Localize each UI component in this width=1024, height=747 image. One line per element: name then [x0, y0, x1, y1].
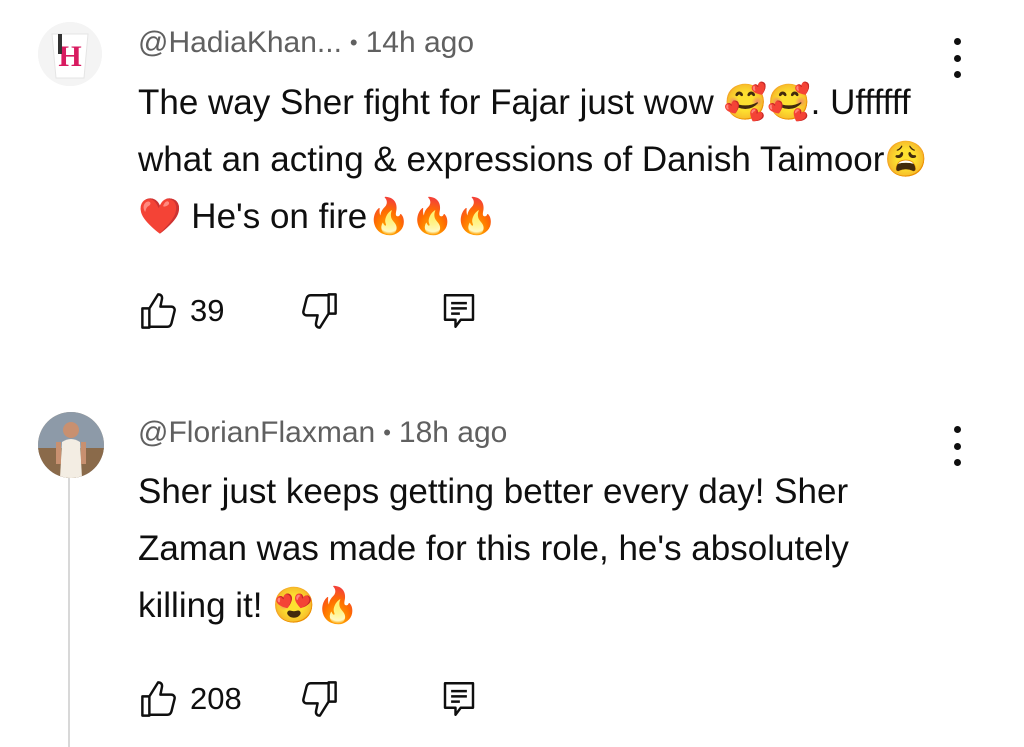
comment-1: H @HadiaKhan... • 14h ago The way Sher f…: [0, 0, 1024, 380]
avatar-image: H: [38, 22, 102, 86]
like-button[interactable]: 39: [138, 290, 224, 332]
comment-author[interactable]: @HadiaKhan...: [138, 26, 342, 60]
dislike-button[interactable]: [298, 290, 340, 332]
like-count: 208: [190, 681, 242, 716]
more-vert-icon[interactable]: [945, 426, 969, 466]
comment-meta: @FlorianFlaxman • 18h ago: [138, 416, 507, 450]
comment-actions: 208: [138, 678, 538, 722]
reply-button[interactable]: [438, 290, 480, 332]
comment-meta: @HadiaKhan... • 14h ago: [138, 26, 474, 60]
comment-author[interactable]: @FlorianFlaxman: [138, 416, 375, 450]
comment-text: Sher just keeps getting better every day…: [138, 472, 849, 625]
reply-button[interactable]: [438, 678, 480, 720]
separator-dot: •: [349, 30, 358, 55]
reply-icon: [443, 682, 475, 716]
more-vert-icon[interactable]: [945, 38, 969, 78]
comment-time[interactable]: 14h ago: [366, 26, 474, 60]
comment-text: The way Sher fight for Fajar just wow 🥰🥰…: [138, 83, 928, 236]
reply-icon: [443, 294, 475, 328]
separator-dot: •: [383, 420, 391, 445]
thumbs-down-icon: [302, 293, 337, 329]
avatar[interactable]: [38, 412, 104, 478]
like-button[interactable]: 208: [138, 678, 242, 720]
thumbs-down-icon: [302, 681, 337, 717]
dislike-button[interactable]: [298, 678, 340, 720]
avatar[interactable]: H: [38, 22, 102, 86]
comment-time[interactable]: 18h ago: [399, 416, 507, 450]
like-count: 39: [190, 293, 225, 328]
thumbs-up-icon: [141, 293, 176, 329]
comment-2: @FlorianFlaxman • 18h ago Sher just keep…: [0, 380, 1024, 747]
comment-actions: 39: [138, 290, 538, 334]
avatar-image: [38, 412, 104, 478]
thumbs-up-icon: [141, 681, 176, 717]
